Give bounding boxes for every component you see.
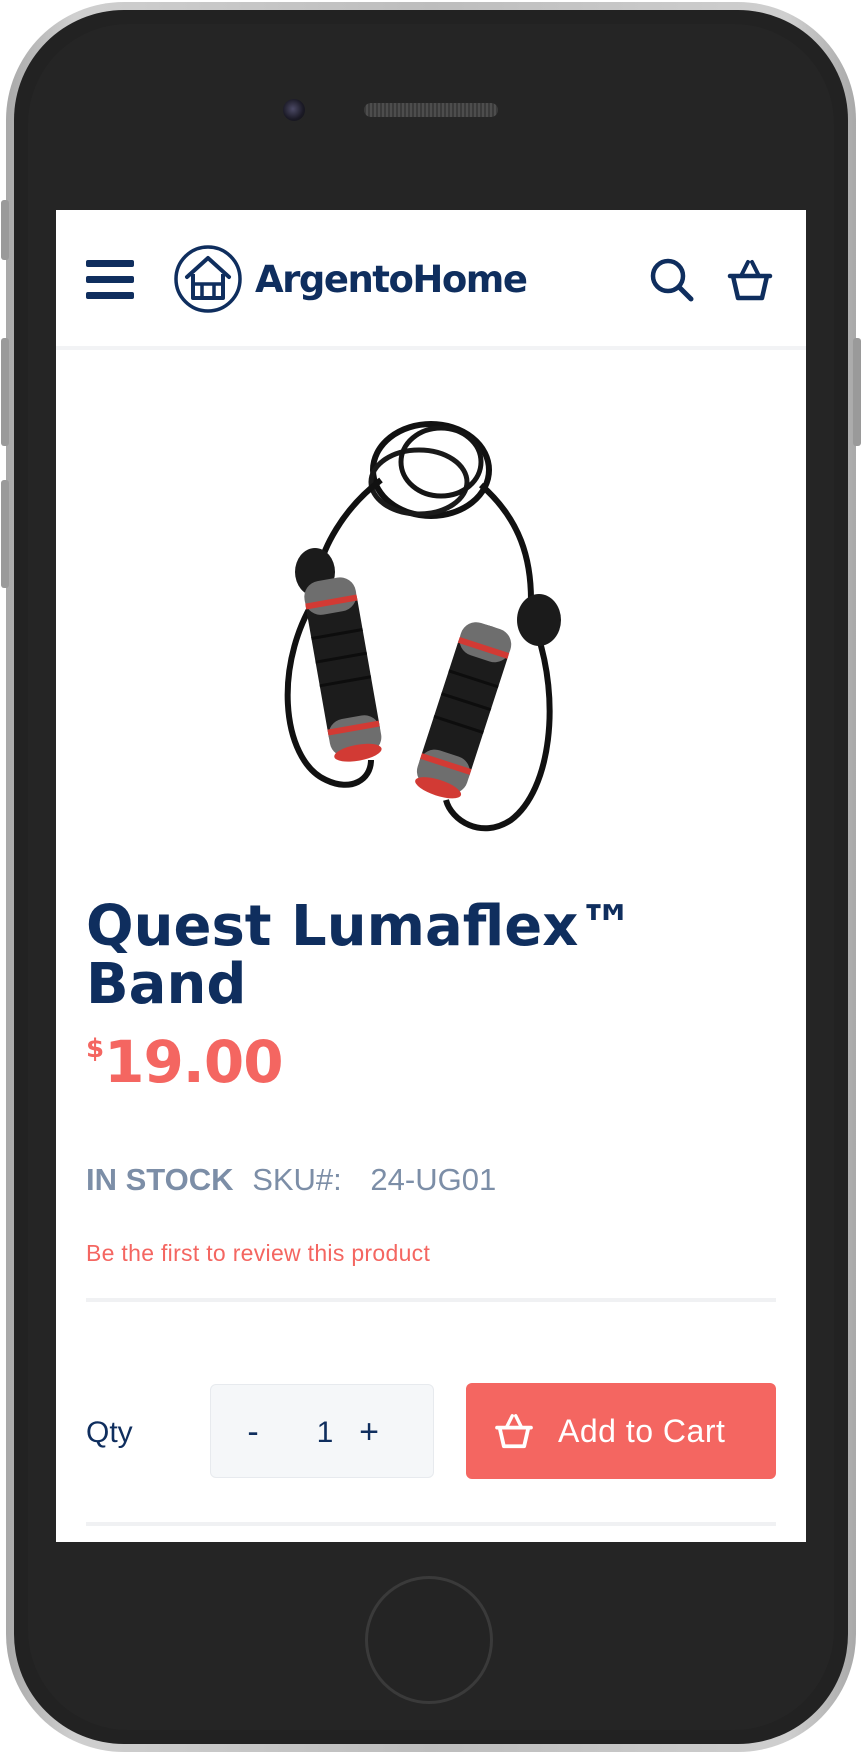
product-image[interactable] <box>231 400 631 840</box>
product-price: $19.00 <box>86 1028 284 1096</box>
qty-increment-button[interactable]: + <box>349 1407 389 1457</box>
quantity-stepper: - + <box>210 1384 434 1478</box>
stock-sku-row: IN STOCK SKU#: 24-UG01 <box>86 1162 496 1198</box>
product-title: Quest Lumaflex™ Band <box>86 894 635 1017</box>
qty-label: Qty <box>86 1416 133 1449</box>
review-link[interactable]: Be the first to review this product <box>86 1240 430 1267</box>
add-to-cart-label: Add to Cart <box>558 1412 726 1449</box>
price-value: 19.00 <box>104 1028 283 1096</box>
logo-text: ArgentoHome <box>255 257 528 301</box>
site-logo[interactable]: ArgentoHome <box>173 244 528 314</box>
site-header: ArgentoHome <box>56 210 806 350</box>
stock-status: IN STOCK <box>86 1162 234 1197</box>
price-currency-symbol: $ <box>86 1034 105 1064</box>
hamburger-menu-icon[interactable] <box>86 260 134 300</box>
earpiece-speaker <box>364 103 498 117</box>
qty-decrement-button[interactable]: - <box>233 1407 273 1457</box>
sku-value: 24-UG01 <box>370 1162 497 1197</box>
search-icon[interactable] <box>646 254 698 306</box>
volume-down-button <box>1 480 9 588</box>
front-camera <box>283 99 305 121</box>
divider-bottom <box>86 1522 776 1526</box>
power-button <box>853 338 861 446</box>
mute-switch <box>1 200 9 260</box>
home-button[interactable] <box>365 1576 493 1704</box>
cart-icon[interactable] <box>724 254 776 306</box>
sku-label: SKU#: <box>252 1162 342 1197</box>
house-icon <box>174 245 242 313</box>
add-to-cart-button[interactable]: Add to Cart <box>466 1383 776 1479</box>
screen: ArgentoHome Quest Lumaflex™ Band $19.00 … <box>56 210 806 1542</box>
divider-top <box>86 1298 776 1302</box>
volume-up-button <box>1 338 9 446</box>
shopping-basket-icon <box>495 1414 533 1449</box>
